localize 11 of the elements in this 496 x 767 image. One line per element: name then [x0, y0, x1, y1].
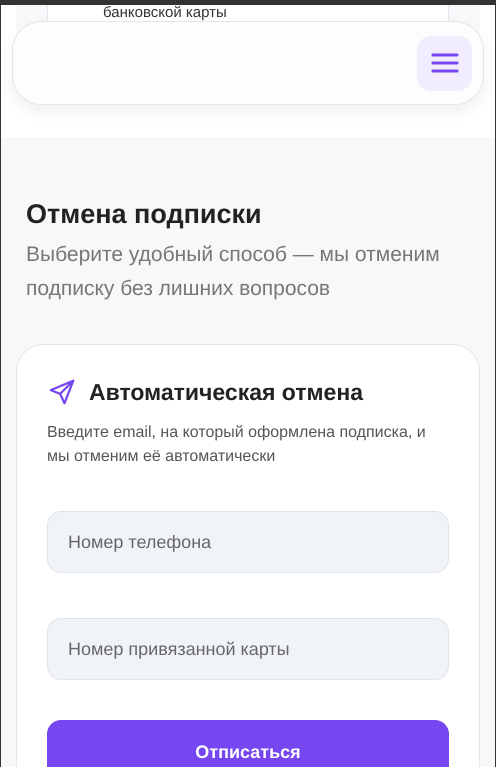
menu-button[interactable] — [417, 36, 472, 90]
form-title: Автоматическая отмена — [89, 378, 364, 406]
menu-icon — [430, 53, 458, 73]
send-icon — [47, 377, 77, 407]
card-text: банковской карты — [103, 5, 228, 21]
unsubscribe-button[interactable]: Отписаться — [47, 720, 449, 767]
input-field[interactable]: Номер привязанной карты — [47, 618, 449, 680]
input-field[interactable]: Номер телефона — [47, 511, 449, 573]
section-subtitle: Выберите удобный способ — мы отменим подписку без лишних вопросов — [26, 242, 441, 302]
form-description: Введите email, на который оформлена подписка, и мы отменим её автоматически — [47, 423, 427, 467]
section-title: Отмена подписки — [26, 199, 263, 230]
